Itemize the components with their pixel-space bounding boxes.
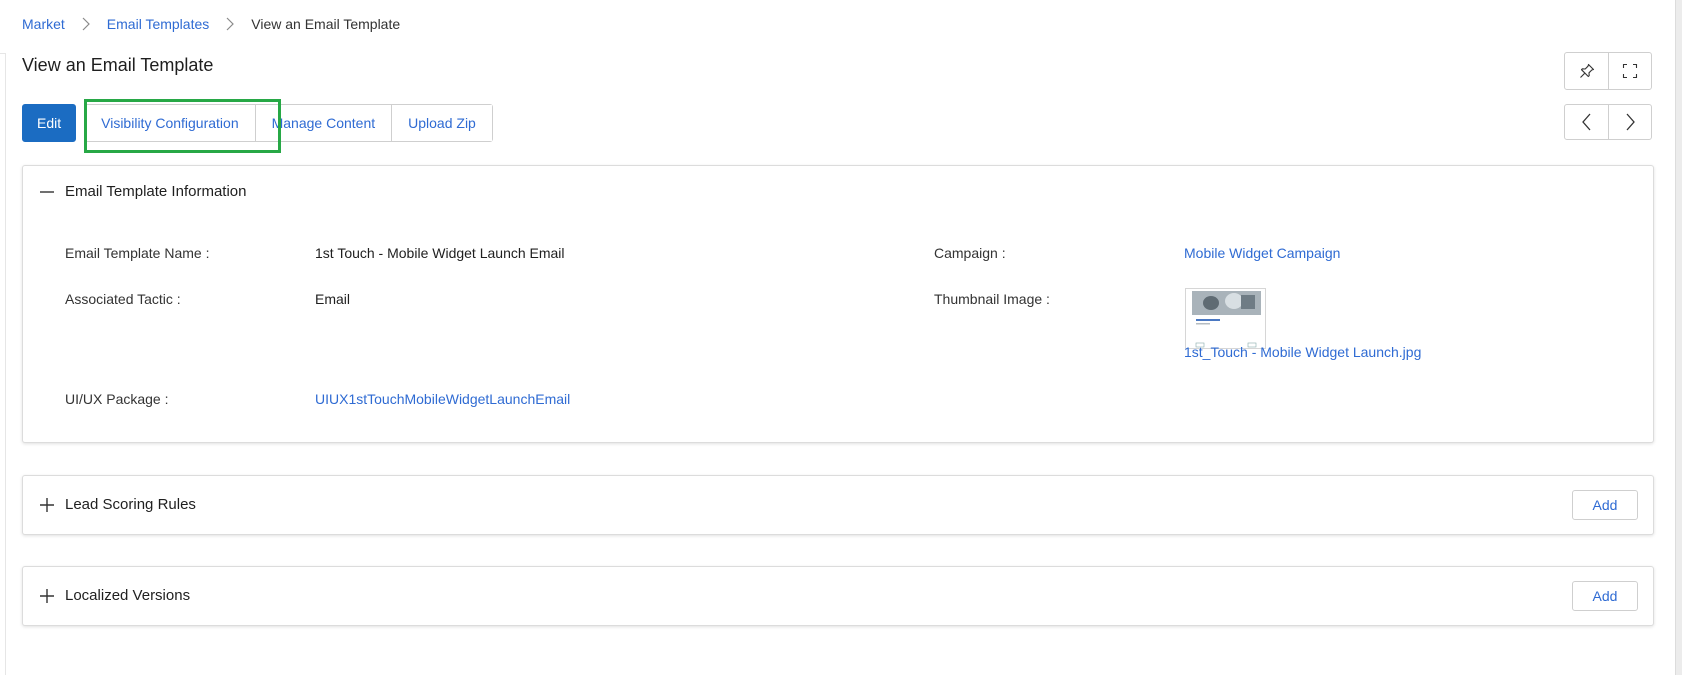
upload-zip-button[interactable]: Upload Zip	[391, 105, 492, 141]
chevron-left-icon	[1581, 113, 1590, 131]
frame-top-line	[0, 53, 6, 54]
previous-record-button[interactable]	[1565, 105, 1608, 139]
add-localized-version-button[interactable]: Add	[1572, 581, 1638, 611]
record-navigation	[1564, 104, 1652, 140]
breadcrumb-market-link[interactable]: Market	[22, 16, 65, 32]
campaign-link[interactable]: Mobile Widget Campaign	[1184, 245, 1340, 261]
panel-title: Email Template Information	[65, 183, 247, 200]
email-template-name-label: Email Template Name :	[65, 245, 210, 261]
email-template-information-panel: Email Template Information Email Templat…	[22, 165, 1654, 443]
associated-tactic-label: Associated Tactic :	[65, 291, 181, 307]
email-template-name-value: 1st Touch - Mobile Widget Launch Email	[315, 245, 565, 261]
chevron-right-icon	[225, 17, 235, 31]
action-bar: Edit Visibility Configuration Manage Con…	[22, 104, 493, 142]
thumbnail-image[interactable]	[1185, 288, 1266, 349]
associated-tactic-value: Email	[315, 291, 351, 307]
lead-scoring-rules-panel: Lead Scoring Rules Add	[22, 475, 1654, 535]
email-template-information-header[interactable]: Email Template Information	[39, 183, 246, 200]
chevron-right-icon	[81, 17, 91, 31]
vertical-scrollbar[interactable]	[1675, 0, 1682, 675]
pin-button[interactable]	[1565, 53, 1608, 89]
thumbnail-image-label: Thumbnail Image :	[934, 291, 1050, 307]
fullscreen-icon	[1622, 63, 1638, 79]
breadcrumb-email-templates-link[interactable]: Email Templates	[107, 16, 209, 32]
manage-content-button[interactable]: Manage Content	[254, 105, 392, 141]
page-title: View an Email Template	[22, 55, 214, 75]
panel-title: Localized Versions	[65, 587, 191, 604]
secondary-button-group: Visibility Configuration Manage Content …	[84, 104, 493, 142]
panel-title: Lead Scoring Rules	[65, 496, 196, 513]
view-tools	[1564, 52, 1652, 90]
uiux-package-link[interactable]: UIUX1stTouchMobileWidgetLaunchEmail	[315, 391, 570, 407]
frame-left-border	[5, 53, 6, 675]
localized-versions-header[interactable]: Localized Versions	[39, 587, 190, 604]
edit-button[interactable]: Edit	[22, 104, 77, 142]
lead-scoring-rules-header[interactable]: Lead Scoring Rules	[39, 496, 196, 513]
campaign-label: Campaign :	[934, 245, 1006, 261]
plus-icon	[39, 497, 55, 513]
chevron-right-icon	[1626, 113, 1635, 131]
next-record-button[interactable]	[1608, 105, 1651, 139]
fullscreen-button[interactable]	[1608, 53, 1651, 89]
thumbnail-file-link[interactable]: 1st_Touch - Mobile Widget Launch.jpg	[1184, 344, 1421, 360]
plus-icon	[39, 588, 55, 604]
visibility-configuration-button[interactable]: Visibility Configuration	[85, 105, 255, 141]
minus-icon	[39, 184, 55, 200]
uiux-package-label: UI/UX Package :	[65, 391, 169, 407]
breadcrumb-current: View an Email Template	[251, 16, 401, 32]
localized-versions-panel: Localized Versions Add	[22, 566, 1654, 626]
breadcrumb: Market Email Templates View an Email Tem…	[22, 16, 400, 32]
pin-icon	[1579, 63, 1594, 78]
add-lead-scoring-rule-button[interactable]: Add	[1572, 490, 1638, 520]
